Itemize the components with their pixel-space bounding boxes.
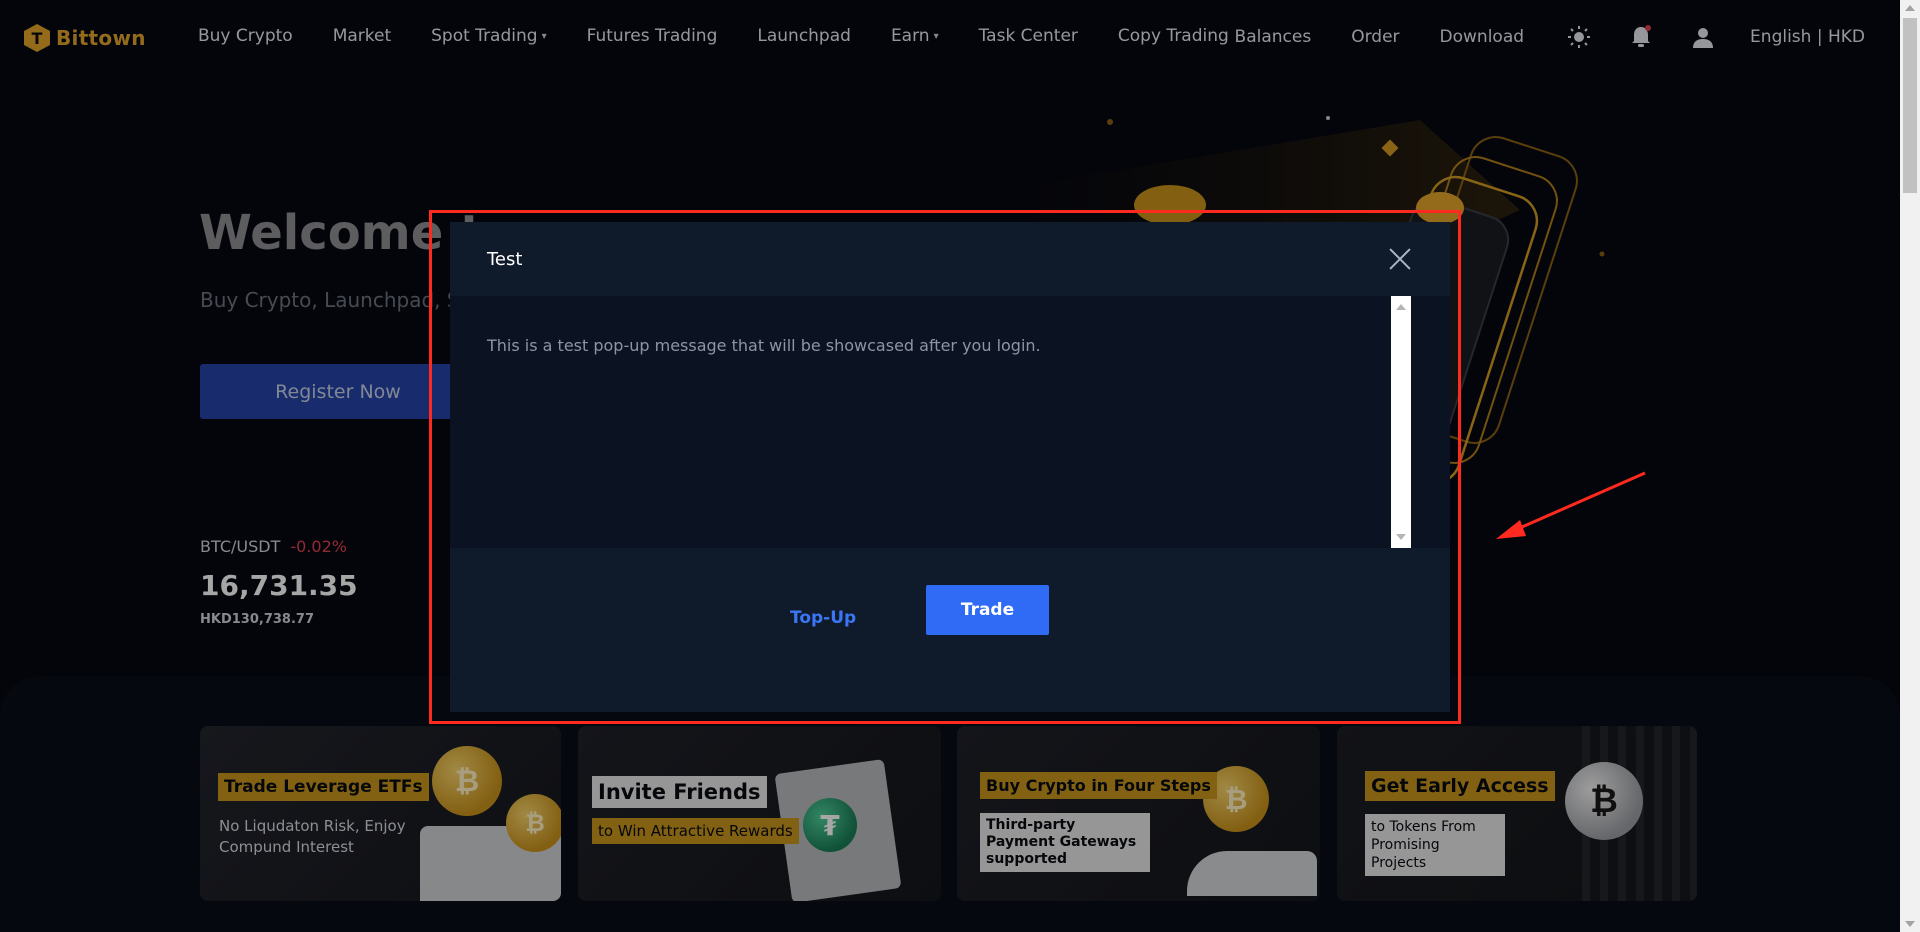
scroll-down-icon[interactable] bbox=[1905, 921, 1915, 927]
annotation-highlight-box bbox=[429, 210, 1461, 724]
scrollbar-thumb[interactable] bbox=[1903, 18, 1917, 193]
annotation-arrow-icon bbox=[1496, 471, 1646, 539]
page: T Bittown Buy Crypto Market Spot Trading… bbox=[0, 0, 1900, 932]
page-scrollbar[interactable] bbox=[1900, 0, 1920, 932]
scroll-up-icon[interactable] bbox=[1905, 5, 1915, 11]
